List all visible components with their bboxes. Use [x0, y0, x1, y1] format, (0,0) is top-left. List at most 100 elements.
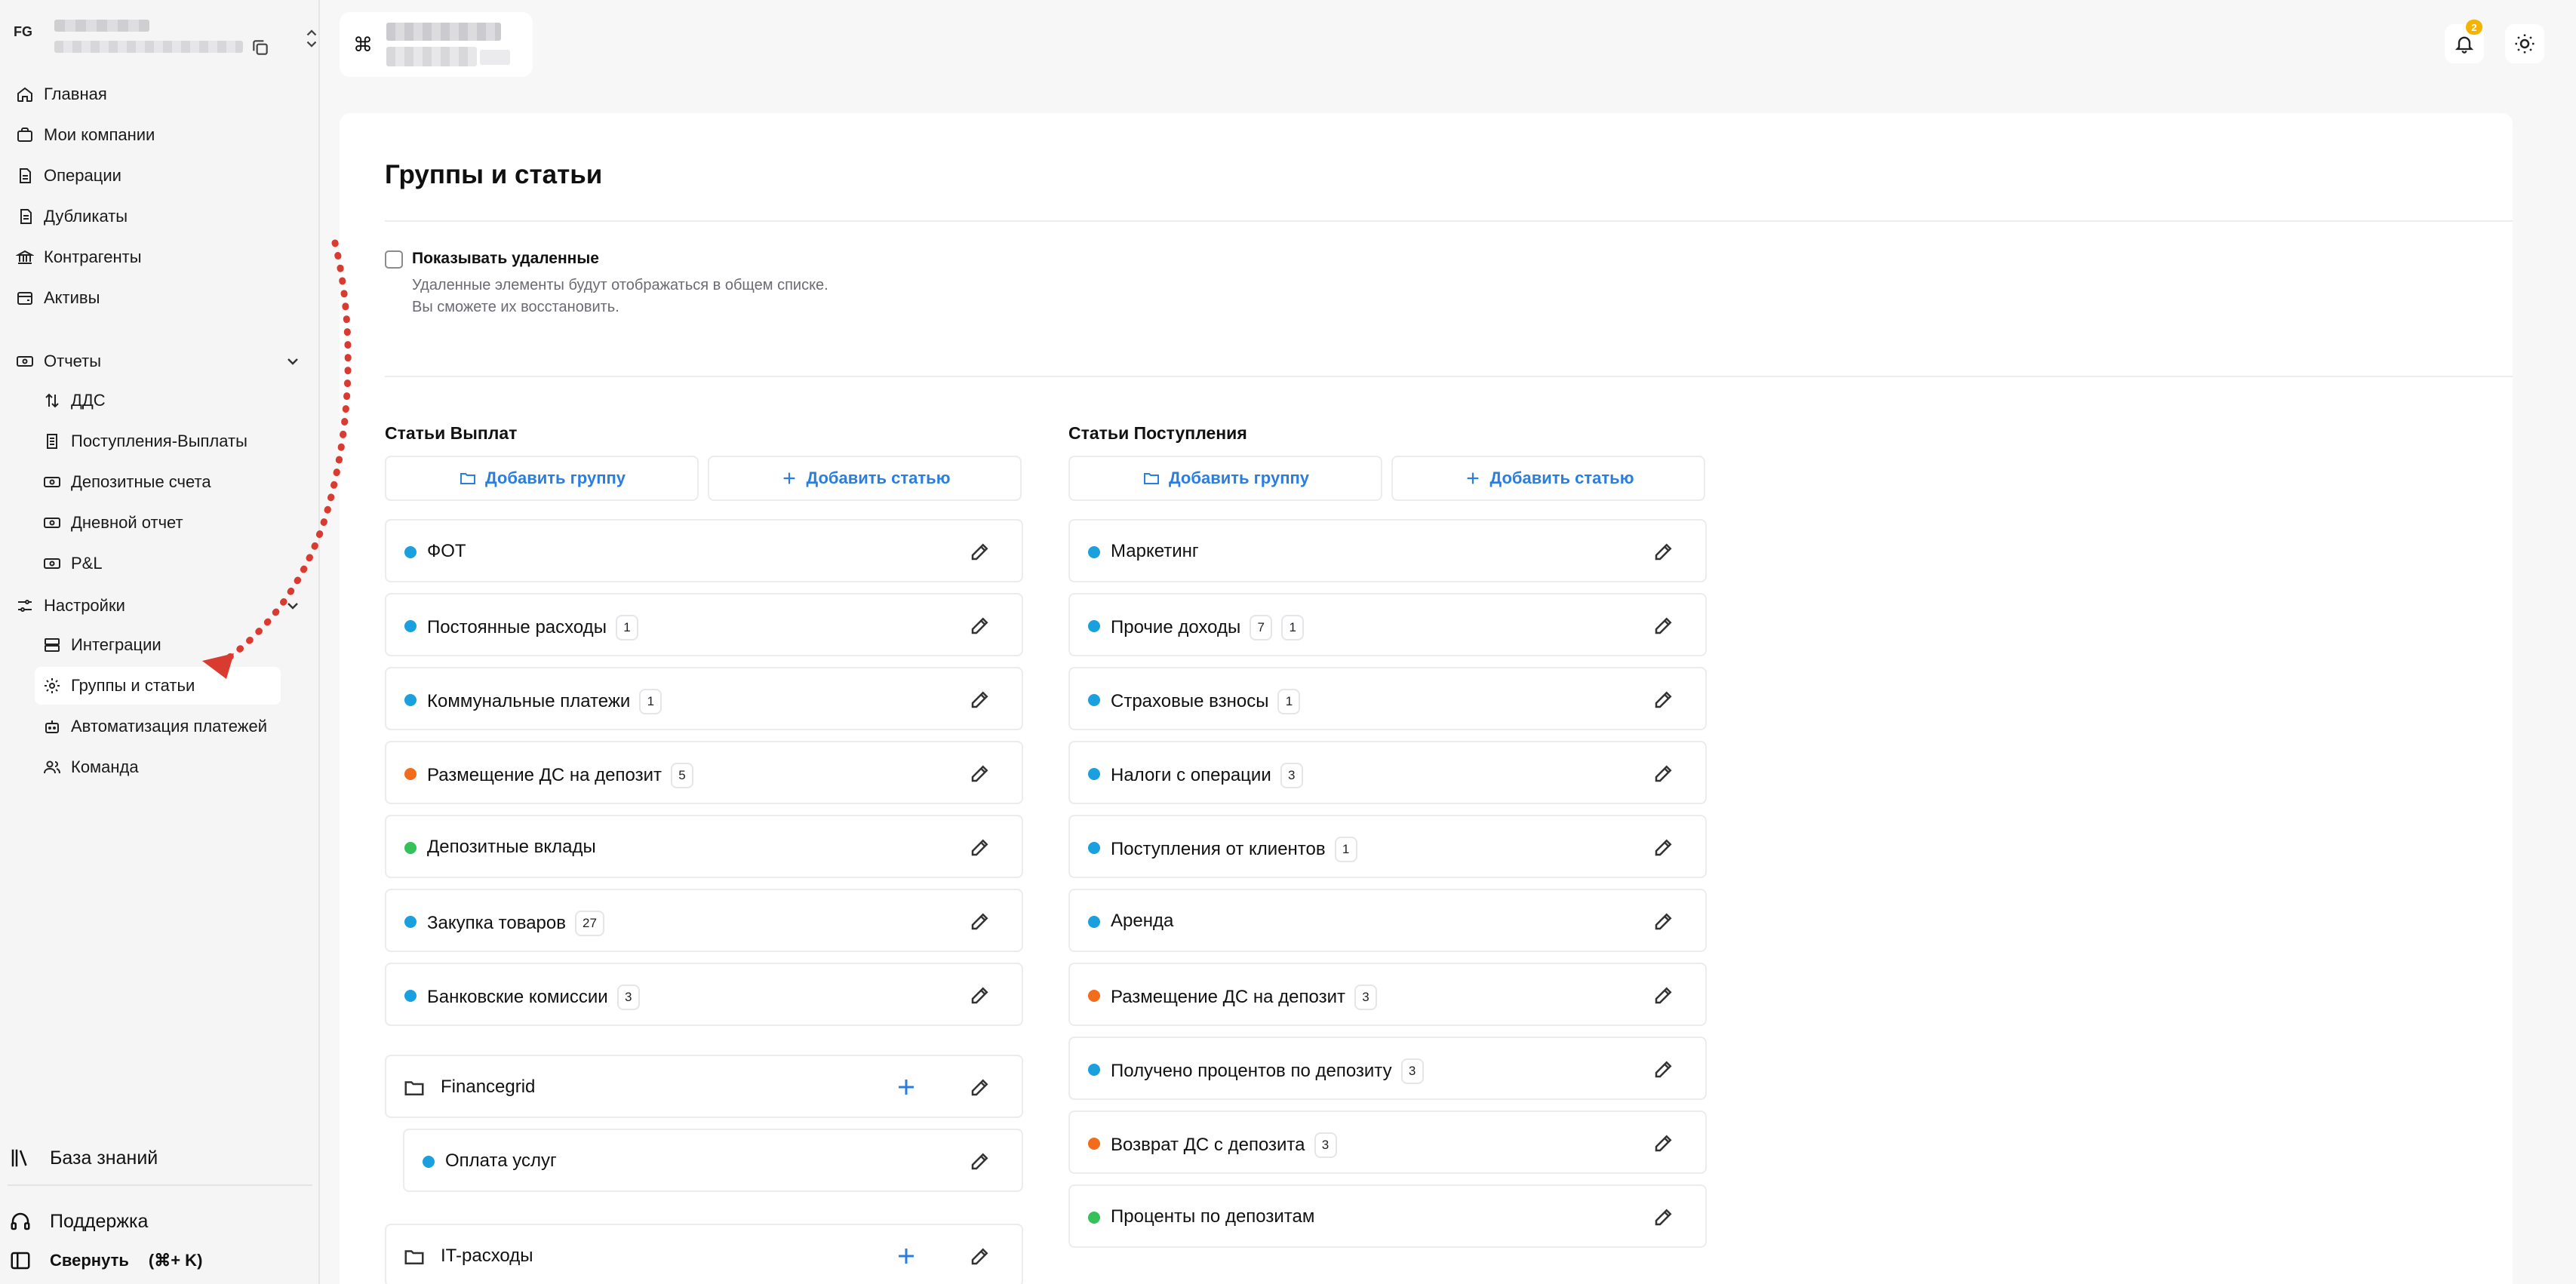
sidebar-item-knowledge-base[interactable]: База знаний — [8, 1139, 158, 1177]
list-item[interactable]: Аренда — [1068, 889, 1707, 952]
sidebar-item-label: Операции — [44, 166, 121, 185]
sidebar-item-label: Активы — [44, 288, 100, 307]
sidebar-item-label: Мои компании — [44, 125, 155, 144]
sidebar-item-payment-automation[interactable]: Автоматизация платежей — [39, 708, 267, 745]
sidebar-item-operations[interactable]: Операции — [12, 157, 121, 195]
home-icon — [15, 84, 35, 104]
edit-icon[interactable] — [1652, 984, 1675, 1006]
list-item[interactable]: Депозитные вклады — [385, 815, 1023, 878]
item-name: Налоги с операции — [1111, 765, 1271, 785]
list-item[interactable]: Поступления от клиентов 1 — [1068, 815, 1707, 878]
sidebar-section-reports[interactable]: Отчеты — [12, 343, 101, 380]
count-badge: 1 — [639, 689, 662, 714]
sidebar-item-pnl[interactable]: P&L — [39, 545, 103, 582]
sidebar-item-companies[interactable]: Мои компании — [12, 116, 155, 154]
sidebar-item-receipts-payouts[interactable]: Поступления-Выплаты — [39, 422, 247, 460]
sidebar-item-team[interactable]: Команда — [39, 748, 139, 786]
plus-icon[interactable] — [895, 1076, 918, 1098]
item-name: Проценты по депозитам — [1111, 1206, 1315, 1227]
sidebar-item-integrations[interactable]: Интеграции — [39, 626, 161, 664]
sidebar-item-daily-report[interactable]: Дневной отчет — [39, 504, 183, 542]
redacted-text — [480, 50, 510, 65]
collapse-label: Свернуть — [50, 1251, 129, 1270]
edit-icon[interactable] — [969, 1150, 991, 1172]
headset-icon — [8, 1209, 33, 1234]
plus-icon[interactable] — [895, 1245, 918, 1267]
show-deleted-checkbox[interactable] — [385, 250, 403, 269]
chevron-down-icon[interactable] — [284, 597, 302, 615]
receipts-add-item-button[interactable]: Добавить статью — [1391, 456, 1705, 501]
edit-icon[interactable] — [969, 762, 991, 785]
show-deleted-description: Удаленные элементы будут отображаться в … — [412, 277, 828, 293]
list-item[interactable]: Постоянные расходы 1 — [385, 593, 1023, 656]
edit-icon[interactable] — [1652, 910, 1675, 932]
item-name-wrap: Получено процентов по депозиту 3 — [1111, 1058, 1424, 1084]
edit-icon[interactable] — [969, 540, 991, 563]
edit-icon[interactable] — [1652, 614, 1675, 637]
count-badge: 3 — [1280, 763, 1303, 788]
document-icon — [15, 166, 35, 186]
sidebar-collapse-button[interactable]: Свернуть (⌘+ K) — [8, 1242, 202, 1279]
list-item[interactable]: Оплата услуг — [403, 1129, 1023, 1192]
edit-icon[interactable] — [969, 614, 991, 637]
payouts-add-item-button[interactable]: Добавить статью — [708, 456, 1022, 501]
edit-icon[interactable] — [1652, 688, 1675, 711]
chevron-down-icon[interactable] — [284, 352, 302, 370]
list-item[interactable]: Размещение ДС на депозит 3 — [1068, 963, 1707, 1026]
sidebar-item-counterparties[interactable]: Контрагенты — [12, 238, 142, 276]
money-icon — [42, 554, 62, 573]
knowledge-base-label: База знаний — [50, 1147, 158, 1169]
color-dot — [1088, 916, 1100, 928]
sidebar-item-deposit-accounts[interactable]: Депозитные счета — [39, 463, 211, 501]
list-item[interactable]: Получено процентов по депозиту 3 — [1068, 1037, 1707, 1100]
edit-icon[interactable] — [969, 1076, 991, 1098]
chevron-up-down-icon[interactable] — [303, 27, 320, 50]
group-row[interactable]: IT-расходы — [385, 1224, 1023, 1284]
sidebar-section-settings[interactable]: Настройки — [12, 587, 125, 625]
list-item[interactable]: Размещение ДС на депозит 5 — [385, 741, 1023, 804]
list-item[interactable]: Проценты по депозитам — [1068, 1184, 1707, 1248]
edit-icon[interactable] — [1652, 836, 1675, 859]
sidebar-item-home[interactable]: Главная — [12, 75, 107, 113]
payouts-add-group-button[interactable]: Добавить группу — [385, 456, 699, 501]
edit-icon[interactable] — [1652, 540, 1675, 563]
command-search-box[interactable]: ⌘ — [340, 12, 533, 77]
sidebar-item-support[interactable]: Поддержка — [8, 1203, 148, 1240]
receipts-add-group-button[interactable]: Добавить группу — [1068, 456, 1382, 501]
list-item[interactable]: Возврат ДС с депозита 3 — [1068, 1110, 1707, 1174]
edit-icon[interactable] — [969, 1245, 991, 1267]
sidebar-item-assets[interactable]: Активы — [12, 279, 100, 317]
edit-icon[interactable] — [1652, 1206, 1675, 1228]
sidebar-item-label: Депозитные счета — [71, 472, 211, 491]
list-item[interactable]: Закупка товаров 27 — [385, 889, 1023, 952]
folder-icon — [1142, 468, 1161, 488]
group-row[interactable]: Financegrid — [385, 1055, 1023, 1118]
sidebar-item-groups-and-items[interactable]: Группы и статьи — [35, 667, 281, 705]
list-item[interactable]: Прочие доходы 7 1 — [1068, 593, 1707, 656]
theme-toggle-button[interactable] — [2505, 24, 2544, 63]
edit-icon[interactable] — [1652, 1058, 1675, 1080]
list-item[interactable]: ФОТ — [385, 519, 1023, 582]
sidebar-item-duplicates[interactable]: Дубликаты — [12, 198, 128, 235]
list-item[interactable]: Коммунальные платежи 1 — [385, 667, 1023, 730]
edit-icon[interactable] — [969, 910, 991, 932]
users-icon — [42, 757, 62, 777]
edit-icon[interactable] — [969, 688, 991, 711]
edit-icon[interactable] — [969, 984, 991, 1006]
notifications-badge: 2 — [2466, 20, 2482, 35]
copy-icon[interactable] — [251, 38, 270, 57]
edit-icon[interactable] — [1652, 762, 1675, 785]
show-deleted-label[interactable]: Показывать удаленные — [412, 250, 599, 268]
edit-icon[interactable] — [1652, 1132, 1675, 1154]
list-item[interactable]: Маркетинг — [1068, 519, 1707, 582]
color-dot — [1088, 842, 1100, 854]
list-item[interactable]: Банковские комиссии 3 — [385, 963, 1023, 1026]
list-item[interactable]: Налоги с операции 3 — [1068, 741, 1707, 804]
sun-icon — [2515, 34, 2535, 54]
list-item[interactable]: Страховые взносы 1 — [1068, 667, 1707, 730]
sidebar-item-dds[interactable]: ДДС — [39, 382, 106, 419]
edit-icon[interactable] — [969, 836, 991, 859]
add-item-label: Добавить статью — [1489, 468, 1634, 487]
workspace-switcher[interactable]: FG — [14, 9, 317, 62]
item-name: Аренда — [1111, 911, 1174, 931]
